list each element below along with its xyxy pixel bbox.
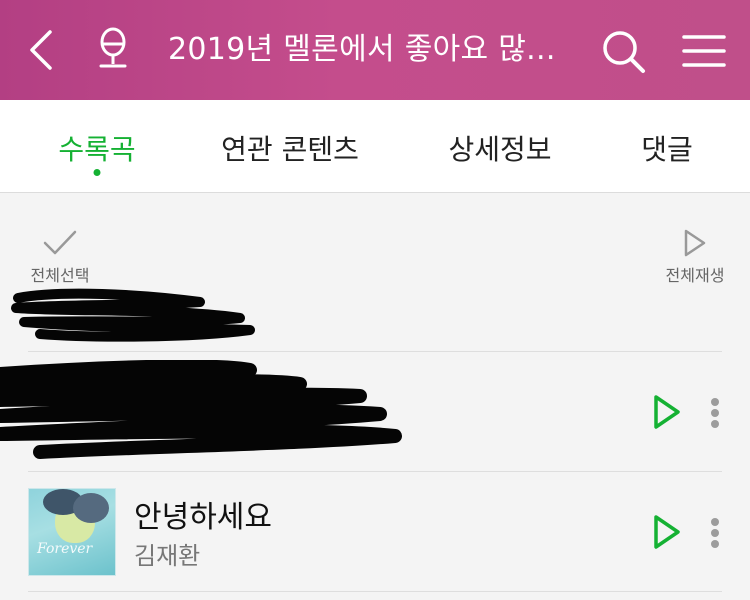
play-icon [654, 395, 680, 429]
song-artist[interactable]: 김재환 [134, 536, 200, 571]
redaction-mark [11, 288, 255, 342]
back-icon [30, 30, 52, 70]
more-dot [711, 409, 719, 417]
album-art-shape [73, 493, 109, 523]
select-all-button[interactable]: 전체선택 [20, 222, 100, 285]
more-dot [711, 540, 719, 548]
select-all-label: 전체선택 [30, 266, 90, 285]
more-dot [711, 518, 719, 526]
more-dot [711, 398, 719, 406]
song-title: 안녕하세요 [134, 500, 272, 535]
play-all-label: 전체재생 [665, 266, 725, 285]
tab-related-content[interactable]: 연관 콘텐츠 [221, 128, 359, 168]
row-more-button[interactable] [710, 396, 720, 430]
search-icon [603, 31, 645, 73]
album-art[interactable]: Forever [28, 488, 116, 576]
page-title: 2019년 멜론에서 좋아요 많... [168, 32, 556, 67]
album-art-text: Forever [37, 541, 93, 557]
more-dot [711, 529, 719, 537]
play-all-button[interactable]: 전체재생 [652, 222, 738, 285]
tab-tracks[interactable]: 수록곡 [58, 128, 135, 168]
tab-bar: 수록곡 연관 콘텐츠 상세정보 댓글 [0, 100, 750, 193]
tab-comments[interactable]: 댓글 [641, 128, 693, 168]
mic-icon [99, 27, 127, 68]
back-button[interactable] [18, 22, 68, 78]
row-play-button[interactable] [652, 394, 682, 430]
app-root: 2019년 멜론에서 좋아요 많... 수록곡 연관 콘텐츠 상세정보 댓글 전… [0, 0, 750, 600]
row-play-button[interactable] [652, 514, 682, 550]
row-more-button[interactable] [710, 516, 720, 550]
row-divider [28, 351, 722, 352]
menu-icon [682, 35, 726, 67]
header-bar: 2019년 멜론에서 좋아요 많... [0, 0, 750, 100]
more-dot [711, 420, 719, 428]
song-row[interactable]: Forever 안녕하세요 김재환 [0, 472, 750, 590]
play-icon [684, 229, 706, 257]
active-tab-indicator [93, 169, 101, 176]
play-icon [654, 515, 680, 549]
tab-details[interactable]: 상세정보 [448, 128, 551, 168]
mic-button[interactable] [88, 22, 138, 78]
check-icon [43, 230, 77, 255]
row-divider [28, 591, 722, 592]
search-button[interactable] [596, 24, 650, 78]
menu-button[interactable] [678, 26, 730, 76]
redaction-mark [0, 360, 402, 459]
